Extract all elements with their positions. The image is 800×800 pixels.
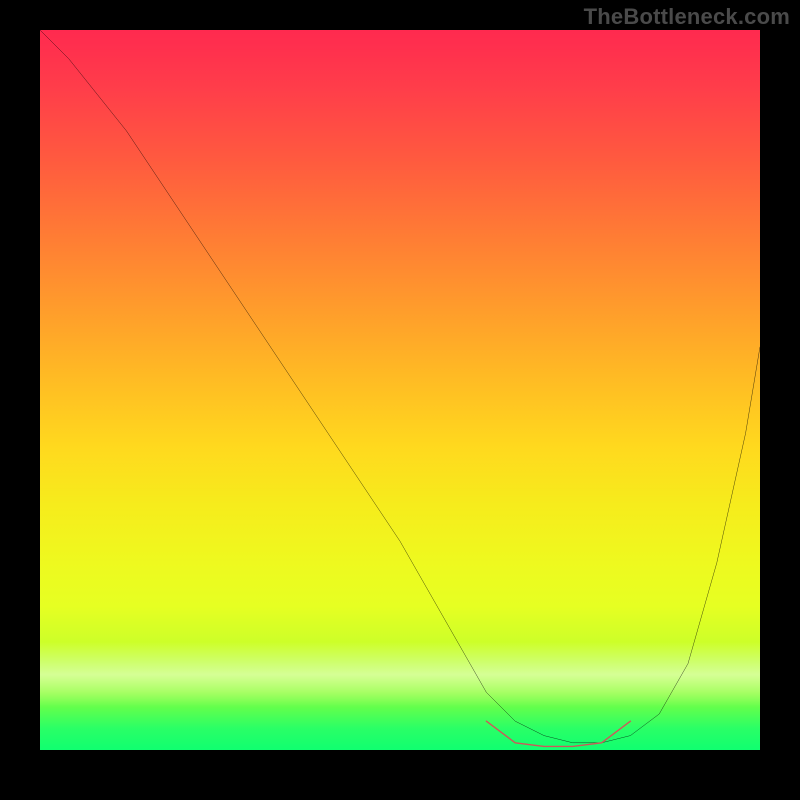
watermark-text: TheBottleneck.com	[584, 4, 790, 30]
bottleneck-curve	[40, 30, 760, 743]
optimal-range-marker	[486, 721, 630, 746]
curve-layer	[40, 30, 760, 750]
chart-frame: TheBottleneck.com	[0, 0, 800, 800]
plot-area	[40, 30, 760, 750]
